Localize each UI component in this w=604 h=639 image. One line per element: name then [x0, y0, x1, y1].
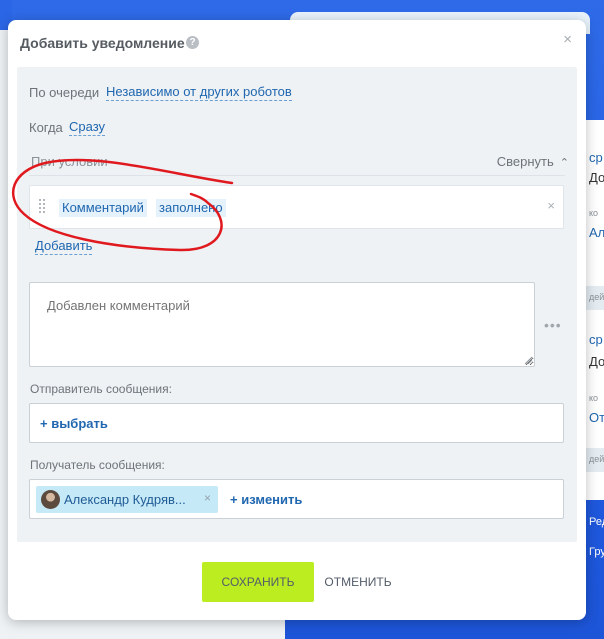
recipient-name: Александр Кудряв... [64, 492, 186, 507]
sender-label: Отправитель сообщения: [30, 382, 172, 396]
help-icon[interactable]: ? [186, 36, 199, 49]
remove-condition-icon[interactable]: × [547, 198, 555, 213]
choose-sender-link[interactable]: + выбрать [40, 416, 108, 431]
background-text: Гру [589, 546, 604, 558]
background-text: ср [589, 150, 603, 165]
close-icon[interactable]: × [563, 31, 572, 48]
queue-mode-link[interactable]: Независимо от других роботов [106, 84, 292, 101]
condition-field-tag[interactable]: Комментарий [59, 199, 147, 217]
background-text: дей [589, 454, 604, 464]
more-options-icon[interactable]: ••• [544, 317, 562, 333]
background-text: ко [589, 208, 599, 218]
condition-operator-tag[interactable]: заполнено [156, 199, 226, 217]
chevron-up-icon: ⌃ [559, 157, 569, 169]
add-condition-link[interactable]: Добавить [35, 238, 93, 255]
robot-settings-panel: По очереди Независимо от других роботов … [17, 67, 577, 542]
recipient-user-tag[interactable]: Александр Кудряв... × [36, 486, 218, 513]
when-label: Когда [29, 120, 63, 135]
background-text: Ал [589, 225, 604, 240]
recipient-label: Получатель сообщения: [30, 458, 165, 472]
collapse-link[interactable]: Свернуть ⌃ [497, 154, 569, 169]
queue-label: По очереди [29, 85, 100, 100]
collapse-label: Свернуть [496, 154, 554, 169]
save-button[interactable]: СОХРАНИТЬ [202, 562, 314, 602]
recipient-select[interactable]: Александр Кудряв... × + изменить [29, 479, 564, 519]
remove-recipient-icon[interactable]: × [204, 491, 211, 505]
drag-handle-icon[interactable] [39, 199, 47, 215]
background-text: дей [589, 292, 604, 302]
message-textarea[interactable] [29, 282, 535, 367]
condition-header: При условии [31, 154, 108, 169]
background-text: ко [589, 393, 599, 403]
background-text: От [589, 410, 604, 425]
background-text: Ред [589, 516, 604, 528]
sender-select[interactable]: + выбрать [29, 403, 564, 443]
resize-grip-icon[interactable] [523, 355, 533, 365]
when-value-link[interactable]: Сразу [69, 119, 106, 136]
cancel-button[interactable]: ОТМЕНИТЬ [320, 562, 396, 602]
change-recipient-link[interactable]: + изменить [230, 492, 302, 507]
condition-row: Комментарий заполнено × [29, 185, 564, 229]
divider [29, 175, 565, 176]
background-text: ср [589, 332, 603, 347]
background-text: До [589, 354, 604, 369]
add-notification-dialog: Добавить уведомление ? × По очереди Неза… [8, 20, 586, 620]
dialog-title: Добавить уведомление [20, 35, 185, 51]
background-text: До [589, 170, 604, 185]
avatar [41, 490, 60, 509]
